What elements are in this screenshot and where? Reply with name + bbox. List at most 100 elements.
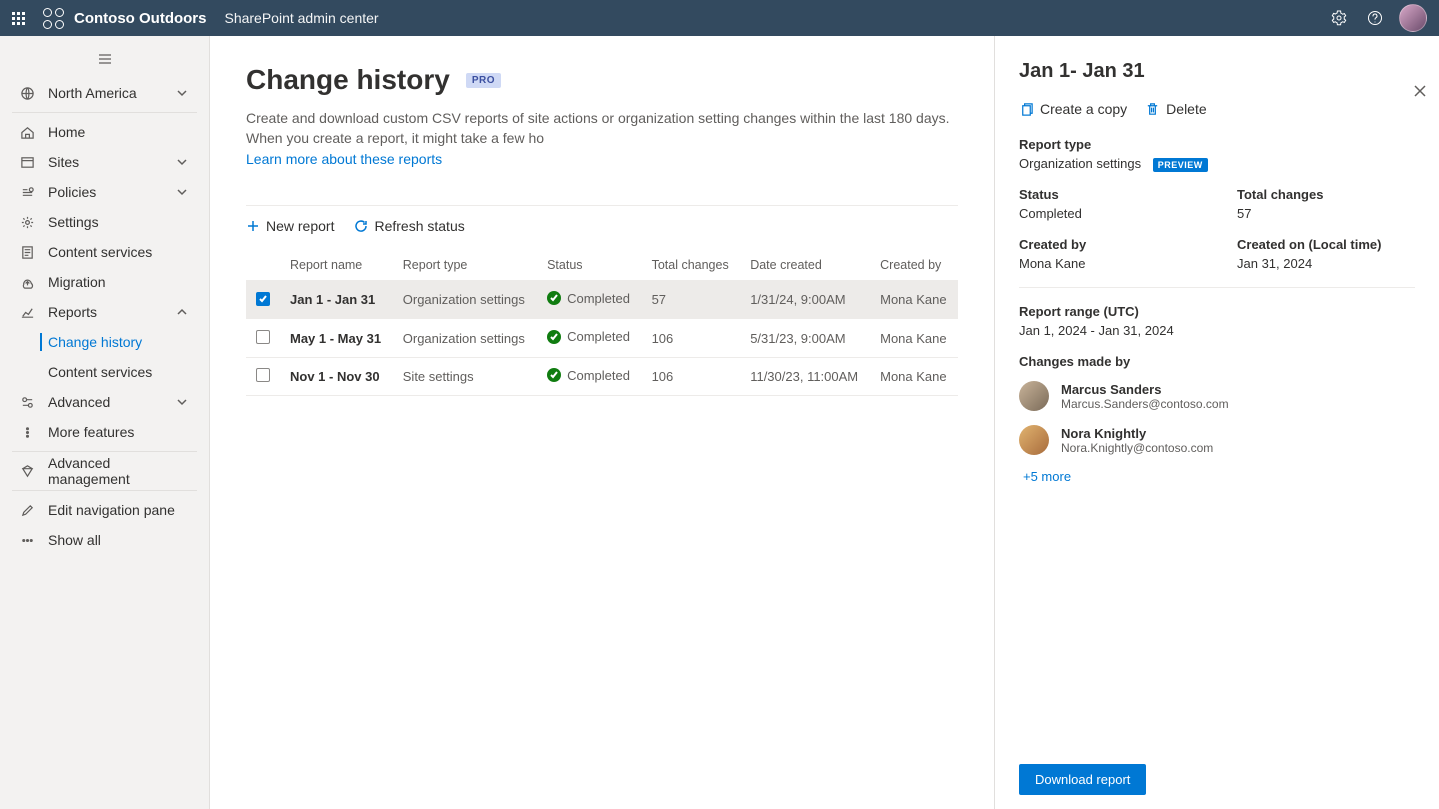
sidebar-item-migration[interactable]: Migration xyxy=(12,267,197,297)
sidebar-show-all[interactable]: Show all xyxy=(12,525,197,555)
person-email: Marcus.Sanders@contoso.com xyxy=(1061,397,1229,411)
chevron-down-icon xyxy=(177,157,187,167)
reports-icon xyxy=(20,305,35,320)
copy-icon xyxy=(1019,102,1034,117)
sidebar-subitem-content-services[interactable]: Content services xyxy=(40,357,197,387)
table-row[interactable]: Nov 1 - Nov 30Site settingsCompleted1061… xyxy=(246,357,958,396)
sidebar-item-settings[interactable]: Settings xyxy=(12,207,197,237)
refresh-status-button[interactable]: Refresh status xyxy=(354,218,464,234)
app-launcher-icon[interactable] xyxy=(12,12,25,25)
new-report-button[interactable]: New report xyxy=(246,218,334,234)
user-avatar[interactable] xyxy=(1399,4,1427,32)
preview-badge: PREVIEW xyxy=(1153,158,1208,172)
col-status[interactable]: Status xyxy=(537,250,641,281)
help-button[interactable] xyxy=(1361,4,1389,32)
col-date-created[interactable]: Date created xyxy=(740,250,870,281)
globe-icon xyxy=(20,86,35,101)
row-checkbox[interactable] xyxy=(256,292,270,306)
sidebar-item-label: Content services xyxy=(48,364,191,380)
sidebar-edit-nav[interactable]: Edit navigation pane xyxy=(12,495,197,525)
cmd-label: Refresh status xyxy=(374,218,464,234)
cell-status: Completed xyxy=(537,280,641,319)
sidebar-item-sites[interactable]: Sites xyxy=(12,147,197,177)
sidebar-item-policies[interactable]: Policies xyxy=(12,177,197,207)
person-avatar xyxy=(1019,425,1049,455)
page-title: Change history xyxy=(246,64,450,96)
cell-date-created: 11/30/23, 11:00AM xyxy=(740,357,870,396)
table-row[interactable]: May 1 - May 31Organization settingsCompl… xyxy=(246,319,958,358)
changes-by-label: Changes made by xyxy=(1019,354,1415,369)
create-copy-button[interactable]: Create a copy xyxy=(1019,101,1127,117)
sidebar-item-label: Edit navigation pane xyxy=(48,502,191,518)
person-name: Marcus Sanders xyxy=(1061,382,1229,397)
created-on-value: Jan 31, 2024 xyxy=(1237,256,1415,271)
sidebar-item-reports[interactable]: Reports xyxy=(12,297,197,327)
migration-icon xyxy=(20,275,35,290)
cell-created-by: Mona Kane xyxy=(870,319,958,358)
cell-date-created: 5/31/23, 9:00AM xyxy=(740,319,870,358)
sidebar-item-label: Migration xyxy=(48,274,191,290)
person-avatar xyxy=(1019,381,1049,411)
success-icon xyxy=(547,368,561,382)
sidebar-toggle[interactable] xyxy=(0,46,209,72)
report-type-text: Organization settings xyxy=(1019,156,1141,171)
sidebar-item-label: Show all xyxy=(48,532,191,548)
help-icon xyxy=(1367,10,1383,26)
chevron-down-icon xyxy=(177,187,187,197)
learn-more-link[interactable]: Learn more about these reports xyxy=(246,151,442,167)
trash-icon xyxy=(1145,102,1160,117)
report-type-label: Report type xyxy=(1019,137,1415,152)
col-total-changes[interactable]: Total changes xyxy=(642,250,741,281)
settings-button[interactable] xyxy=(1325,4,1353,32)
row-checkbox[interactable] xyxy=(256,368,270,382)
main-content: Change history PRO Create and download c… xyxy=(210,36,994,809)
sidebar-item-label: Policies xyxy=(48,184,177,200)
sidebar-item-home[interactable]: Home xyxy=(12,117,197,147)
download-report-button[interactable]: Download report xyxy=(1019,764,1146,795)
cell-report-name: Jan 1 - Jan 31 xyxy=(280,280,393,319)
col-created-by[interactable]: Created by xyxy=(870,250,958,281)
sidebar-item-advanced[interactable]: Advanced xyxy=(12,387,197,417)
close-panel-button[interactable] xyxy=(1413,84,1427,101)
sidebar-region-label: North America xyxy=(48,85,177,101)
action-label: Create a copy xyxy=(1040,101,1127,117)
row-checkbox[interactable] xyxy=(256,330,270,344)
page-description-text: Create and download custom CSV reports o… xyxy=(246,110,950,146)
cell-report-type: Site settings xyxy=(393,357,537,396)
delete-button[interactable]: Delete xyxy=(1145,101,1206,117)
table-row[interactable]: Jan 1 - Jan 31Organization settingsCompl… xyxy=(246,280,958,319)
chevron-up-icon xyxy=(177,307,187,317)
more-icon xyxy=(20,425,35,440)
person-email: Nora.Knightly@contoso.com xyxy=(1061,441,1213,455)
sidebar-item-content-services[interactable]: Content services xyxy=(12,237,197,267)
success-icon xyxy=(547,291,561,305)
person-name: Nora Knightly xyxy=(1061,426,1213,441)
col-report-name[interactable]: Report name xyxy=(280,250,393,281)
panel-title: Jan 1- Jan 31 xyxy=(1019,60,1415,83)
page-description: Create and download custom CSV reports o… xyxy=(246,108,958,169)
sidebar-item-more-features[interactable]: More features xyxy=(12,417,197,447)
sidebar-item-label: Home xyxy=(48,124,191,140)
sidebar-item-advanced-management[interactable]: Advanced management xyxy=(12,456,197,486)
cmd-label: New report xyxy=(266,218,334,234)
details-panel: Jan 1- Jan 31 Create a copy Delete Repor… xyxy=(994,36,1439,809)
more-people-link[interactable]: +5 more xyxy=(1023,469,1415,484)
created-by-value: Mona Kane xyxy=(1019,256,1197,271)
reports-table: Report name Report type Status Total cha… xyxy=(246,250,958,397)
brand-icon xyxy=(43,8,64,29)
status-label: Status xyxy=(1019,187,1197,202)
home-icon xyxy=(20,125,35,140)
report-type-value: Organization settings PREVIEW xyxy=(1019,156,1415,171)
sites-icon xyxy=(20,155,35,170)
total-changes-value: 57 xyxy=(1237,206,1415,221)
brand-name: Contoso Outdoors xyxy=(74,10,206,27)
sidebar-subitem-change-history[interactable]: Change history xyxy=(40,327,197,357)
cell-report-type: Organization settings xyxy=(393,280,537,319)
person-item: Nora KnightlyNora.Knightly@contoso.com xyxy=(1019,425,1415,455)
cell-total-changes: 57 xyxy=(642,280,741,319)
sidebar-region-selector[interactable]: North America xyxy=(12,78,197,108)
cell-status: Completed xyxy=(537,319,641,358)
col-report-type[interactable]: Report type xyxy=(393,250,537,281)
report-range-value: Jan 1, 2024 - Jan 31, 2024 xyxy=(1019,323,1415,338)
advanced-icon xyxy=(20,395,35,410)
